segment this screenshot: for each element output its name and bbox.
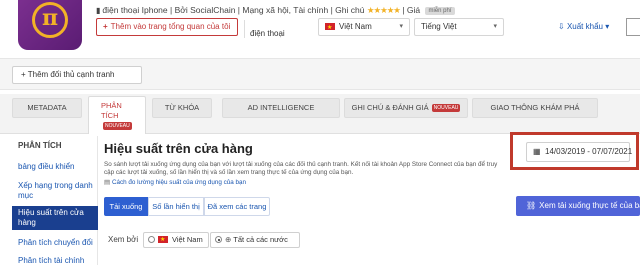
tab-discovery-traffic[interactable]: GIAO THÔNG KHÁM PHÁ	[472, 98, 598, 118]
new-badge: NOUVEAU	[103, 122, 132, 130]
device-label: điện thoại	[250, 29, 285, 38]
sidebar-item-conversion[interactable]: Phân tích chuyển đổi	[18, 238, 98, 248]
segment-impressions[interactable]: Số lần hiển thị	[148, 197, 204, 216]
export-button[interactable]: ⇩ Xuất khẩu ▾	[558, 22, 609, 31]
view-option-all-countries[interactable]: ⊕ Tất cả các nước	[210, 232, 300, 248]
segment-page-views[interactable]: Đã xem các trang	[204, 197, 270, 216]
view-option-label: Tất cả các nước	[233, 235, 288, 244]
tab-analysis[interactable]: PHÂN TÍCH NOUVEAU	[88, 96, 146, 134]
new-badge: NOUVEAU	[431, 104, 461, 112]
rating-stars: ★★★★★	[366, 5, 401, 15]
app-meta-line: ▮ điện thoại Iphone | Bởi SocialChain | M…	[96, 5, 455, 16]
phone-icon: ▮	[96, 6, 101, 15]
device-text: điện thoại Iphone	[102, 5, 168, 15]
plus-icon: +	[103, 22, 108, 31]
notes-label: Ghi chú	[335, 5, 365, 15]
price-label: Giá	[406, 5, 421, 15]
help-link[interactable]: ▤ Cách đo lường hiệu suất của ứng dụng củ…	[104, 179, 246, 186]
tab-metadata[interactable]: METADATA	[12, 98, 82, 118]
tab-ad-intelligence[interactable]: AD INTELLIGENCE	[222, 98, 340, 118]
tab-analysis-label-2: TÍCH	[101, 111, 119, 120]
globe-icon: ⊕	[225, 235, 232, 244]
document-icon: ▤	[104, 179, 110, 186]
tab-reviews[interactable]: GHI CHÚ & ĐÁNH GIÁ NOUVEAU	[344, 98, 468, 118]
vietnam-flag-icon	[325, 20, 335, 36]
help-link-label: Cách đo lường hiệu suất của ứng dụng của…	[111, 179, 246, 186]
country-value: Việt Nam	[339, 22, 372, 31]
export-label: Xuất khẩu	[566, 22, 603, 31]
sidebar-item-financial[interactable]: Phân tích tài chính	[18, 256, 98, 265]
page-title: Hiệu suất trên cửa hàng	[104, 141, 253, 156]
view-option-vietnam[interactable]: Việt Nam	[143, 232, 209, 248]
link-icon: ⛓	[526, 201, 537, 210]
radio-icon	[148, 236, 155, 243]
chevron-down-icon: ▾	[493, 23, 497, 30]
page-description: So sánh lượt tải xuống ứng dụng của bạn …	[104, 161, 498, 176]
add-competitor-button[interactable]: + Thêm đối thủ cạnh tranh	[12, 66, 142, 84]
tab-keywords[interactable]: TỪ KHÓA	[152, 98, 212, 118]
tab-analysis-label-1: PHÂN	[101, 101, 122, 110]
radio-selected-icon	[215, 236, 222, 243]
chevron-down-icon: ▾	[605, 22, 610, 31]
export-icon: ⇩	[558, 22, 565, 31]
tab-reviews-label: GHI CHÚ & ĐÁNH GIÁ	[351, 103, 429, 112]
category-text: Mạng xã hội, Tài chính	[242, 5, 329, 15]
pi-logo-icon: π	[41, 5, 59, 31]
vietnam-flag-icon	[158, 233, 168, 247]
language-value: Tiếng Việt	[421, 22, 457, 31]
sidebar-item-dashboard[interactable]: bảng điều khiển	[18, 162, 98, 172]
highlight-frame	[510, 132, 639, 170]
app-icon: π	[18, 0, 82, 50]
sidebar-item-category-ranking[interactable]: Xếp hạng trong danh mục	[18, 181, 98, 201]
device-selector[interactable]: điện thoại	[244, 20, 316, 38]
view-real-downloads-label: Xem tải xuống thực tế của bạn	[539, 201, 640, 210]
language-select[interactable]: Tiếng Việt ▾	[414, 18, 504, 36]
add-to-dashboard-label: Thêm vào trang tổng quan của tôi	[110, 22, 231, 31]
sidebar-heading: PHÂN TÍCH	[18, 141, 62, 150]
view-by-label: Xem bởi	[108, 235, 139, 244]
segment-downloads[interactable]: Tải xuống	[104, 197, 148, 216]
add-to-dashboard-button[interactable]: + Thêm vào trang tổng quan của tôi	[96, 18, 238, 36]
price-badge: miễn phí	[425, 7, 455, 15]
developer-text: Bởi SocialChain	[174, 5, 236, 15]
country-select[interactable]: Việt Nam ▾	[318, 18, 410, 36]
chevron-down-icon: ▾	[399, 23, 403, 30]
view-option-label: Việt Nam	[172, 235, 203, 244]
window-edge-icon	[626, 18, 640, 36]
sidebar-item-store-performance[interactable]: Hiệu suất trên cửa hàng	[12, 206, 98, 230]
view-real-downloads-button[interactable]: ⛓ Xem tải xuống thực tế của bạn	[516, 196, 640, 216]
